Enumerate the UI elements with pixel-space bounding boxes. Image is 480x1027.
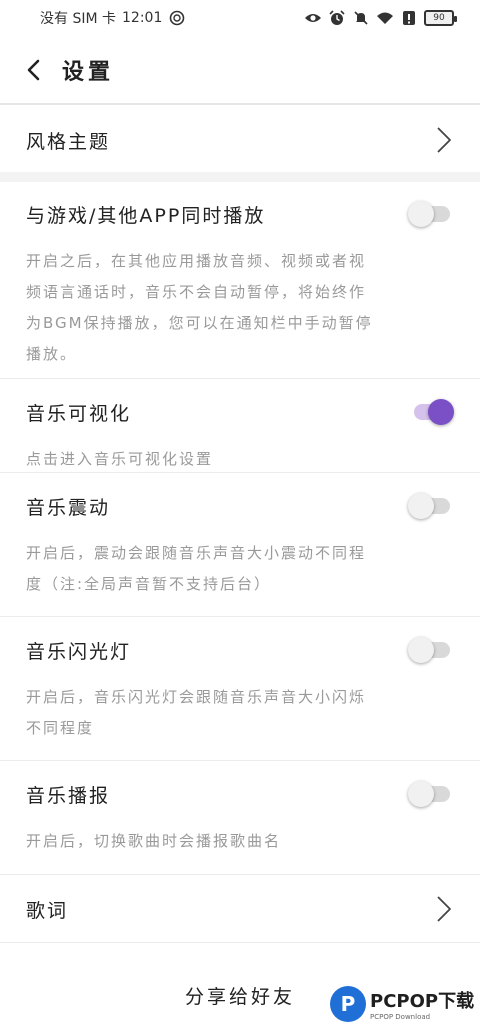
desc-line: 开启后，音乐闪光灯会跟随音乐声音大小闪烁 xyxy=(26,688,367,706)
divider xyxy=(0,616,480,617)
status-left: 没有 SIM 卡 12:01 xyxy=(40,8,186,28)
divider xyxy=(0,378,480,379)
setting-label: 音乐可视化 xyxy=(26,402,132,425)
alarm-icon xyxy=(328,9,346,27)
music-visualization-toggle[interactable] xyxy=(408,399,454,425)
watermark: P PCPOP下载 PCPOP Download xyxy=(330,982,480,1026)
chevron-right-icon xyxy=(437,896,451,922)
desc-line: 播放。 xyxy=(26,345,78,363)
desc-line: 开启后，切换歌曲时会播报歌曲名 xyxy=(26,832,282,850)
setting-label: 与游戏/其他APP同时播放 xyxy=(26,204,266,227)
wifi-icon xyxy=(376,9,394,27)
setting-label: 音乐播报 xyxy=(26,784,111,807)
lyrics-row[interactable]: 歌词 xyxy=(0,875,480,943)
mute-icon xyxy=(352,9,370,27)
chevron-left-icon xyxy=(27,59,40,81)
battery-icon: 90 xyxy=(424,10,457,26)
setting-description: 开启后，切换歌曲时会播报歌曲名 xyxy=(26,826,454,857)
watermark-logo-icon: P xyxy=(330,986,366,1022)
clock-text: 12:01 xyxy=(122,10,163,26)
setting-description: 点击进入音乐可视化设置 xyxy=(26,444,454,475)
setting-label: 音乐震动 xyxy=(26,496,111,519)
page-title: 设置 xyxy=(62,60,115,85)
carrier-text: 没有 SIM 卡 xyxy=(40,11,116,27)
setting-description: 开启后，音乐闪光灯会跟随音乐声音大小闪烁 不同程度 xyxy=(26,682,454,744)
setting-play-with-games: 与游戏/其他APP同时播放 开启之后，在其他应用播放音频、视频或者视 频语言通话… xyxy=(0,182,480,370)
battery-level: 90 xyxy=(433,13,445,23)
status-bar: 没有 SIM 卡 12:01 90 xyxy=(0,0,480,36)
eye-icon xyxy=(304,9,322,27)
desc-line: 点击进入音乐可视化设置 xyxy=(26,450,214,468)
share-label: 分享给好友 xyxy=(184,985,295,1008)
setting-music-flash: 音乐闪光灯 开启后，音乐闪光灯会跟随音乐声音大小闪烁 不同程度 xyxy=(0,618,480,744)
setting-music-vibration: 音乐震动 开启后，震动会跟随音乐声音大小震动不同程 度（注:全局声音暂不支持后台… xyxy=(0,474,480,600)
divider xyxy=(0,942,480,943)
alert-icon xyxy=(400,9,418,27)
music-flash-toggle[interactable] xyxy=(408,637,454,663)
setting-head: 音乐闪光灯 xyxy=(26,618,454,682)
setting-head: 音乐震动 xyxy=(26,474,454,538)
header-divider xyxy=(0,103,480,105)
desc-line: 频语言通话时，音乐不会自动暂停，将始终作 xyxy=(26,283,367,301)
setting-music-visualization[interactable]: 音乐可视化 点击进入音乐可视化设置 xyxy=(0,380,480,475)
setting-music-broadcast: 音乐播报 开启后，切换歌曲时会播报歌曲名 xyxy=(0,762,480,857)
divider xyxy=(0,472,480,473)
desc-line: 为BGM保持播放，您可以在通知栏中手动暂停 xyxy=(26,314,373,332)
desc-line: 开启之后，在其他应用播放音频、视频或者视 xyxy=(26,252,367,270)
setting-label: 音乐闪光灯 xyxy=(26,640,132,663)
setting-head: 音乐播报 xyxy=(26,762,454,826)
play-with-games-toggle[interactable] xyxy=(408,201,454,227)
status-right: 90 xyxy=(304,9,457,27)
setting-description: 开启后，震动会跟随音乐声音大小震动不同程 度（注:全局声音暂不支持后台） xyxy=(26,538,454,600)
sync-icon xyxy=(168,9,186,27)
back-button[interactable] xyxy=(6,36,62,104)
music-vibration-toggle[interactable] xyxy=(408,493,454,519)
chevron-right-icon xyxy=(437,127,451,153)
setting-head: 音乐可视化 xyxy=(26,380,454,444)
app-header: 设置 xyxy=(0,36,480,104)
watermark-text: PCPOP下载 PCPOP Download xyxy=(370,987,474,1021)
divider xyxy=(0,760,480,761)
setting-description: 开启之后，在其他应用播放音频、视频或者视 频语言通话时，音乐不会自动暂停，将始终… xyxy=(26,246,454,370)
desc-line: 不同程度 xyxy=(26,719,95,737)
theme-row[interactable]: 风格主题 xyxy=(0,106,480,174)
music-broadcast-toggle[interactable] xyxy=(408,781,454,807)
watermark-title: PCPOP下载 xyxy=(370,991,475,1012)
theme-label: 风格主题 xyxy=(26,130,111,153)
lyrics-label: 歌词 xyxy=(26,899,69,922)
desc-line: 开启后，震动会跟随音乐声音大小震动不同程 xyxy=(26,544,367,562)
desc-line: 度（注:全局声音暂不支持后台） xyxy=(26,575,272,593)
watermark-subtitle: PCPOP Download xyxy=(370,1013,431,1021)
section-gap xyxy=(0,172,480,182)
setting-head: 与游戏/其他APP同时播放 xyxy=(26,182,454,246)
